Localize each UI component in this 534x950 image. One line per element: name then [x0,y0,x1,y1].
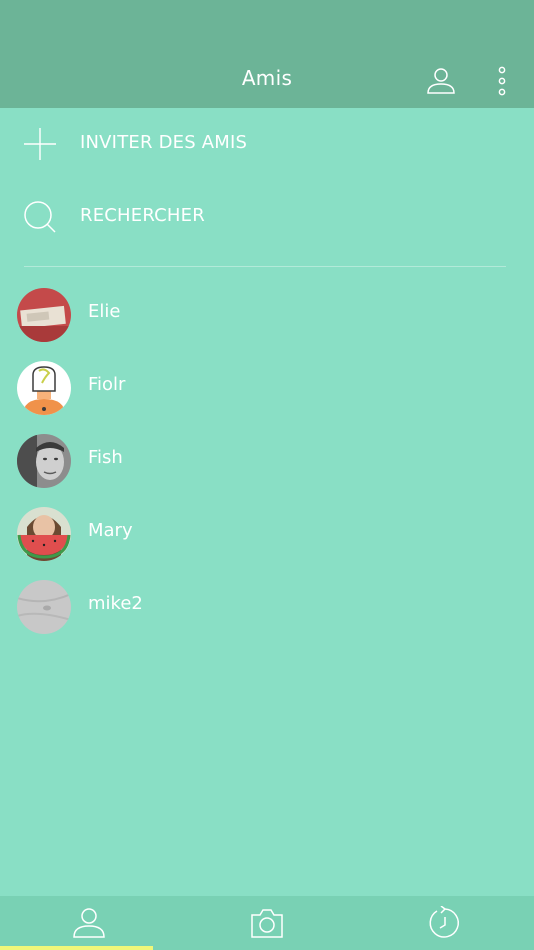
invite-friends-label: INVITER DES AMIS [80,132,248,153]
tab-camera[interactable] [178,896,356,950]
bottom-tab-bar [0,896,534,950]
friend-item-fish[interactable]: Fish [0,430,534,490]
friend-name: Elie [88,301,121,322]
avatar [17,507,71,561]
avatar [17,361,71,415]
friend-name: mike2 [88,593,143,614]
more-menu-button[interactable] [492,66,512,96]
user-icon [73,908,105,938]
selected-tab-indicator [0,946,153,950]
search-icon [24,201,56,233]
profile-button[interactable] [426,66,456,96]
tab-history[interactable] [356,896,534,950]
plus-icon [24,128,56,160]
avatar [17,580,71,634]
friend-name: Mary [88,520,133,541]
search-label: RECHERCHER [80,205,205,226]
friend-item-mary[interactable]: Mary [0,503,534,563]
user-icon [427,68,455,94]
friend-name: Fiolr [88,374,126,395]
invite-friends-button[interactable]: INVITER DES AMIS [0,112,534,176]
search-button[interactable]: RECHERCHER [0,185,534,249]
app-header: Amis [0,0,534,108]
tab-friends[interactable] [0,896,178,950]
friend-name: Fish [88,447,123,468]
friend-item-fiolr[interactable]: Fiolr [0,357,534,417]
friend-item-mike2[interactable]: mike2 [0,576,534,636]
more-vertical-icon [498,66,506,96]
friend-item-elie[interactable]: Elie [0,284,534,344]
avatar [17,288,71,342]
camera-icon [251,909,283,938]
history-clock-icon [429,906,459,938]
avatar [17,434,71,488]
section-divider [24,266,506,267]
